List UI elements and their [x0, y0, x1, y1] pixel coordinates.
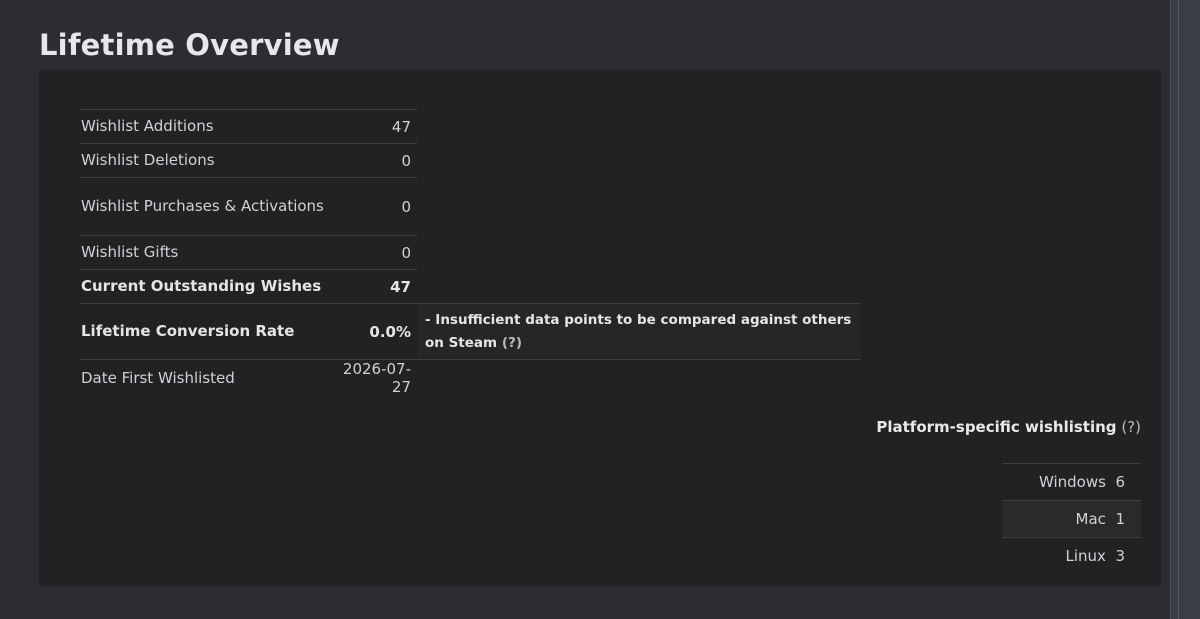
platform-name: Mac [1075, 510, 1106, 528]
empty-cell [417, 178, 861, 236]
table-row: Wishlist Gifts 0 [80, 235, 861, 270]
stat-value: 47 [333, 269, 417, 304]
conversion-note-text: - Insufficient data points to be compare… [425, 311, 852, 351]
platform-name: Linux [1065, 547, 1106, 565]
stat-label: Wishlist Additions [80, 109, 333, 144]
platform-cell: Windows 6 [1002, 463, 1141, 501]
conversion-note: - Insufficient data points to be compare… [417, 303, 861, 360]
help-icon[interactable]: (?) [1121, 418, 1141, 436]
stat-value: 2026-07-27 [333, 359, 417, 396]
stat-label: Wishlist Purchases & Activations [80, 177, 333, 236]
table-row: Wishlist Purchases & Activations 0 [80, 177, 861, 236]
platform-table: Windows 6 Mac 1 Linux 3 [1002, 463, 1141, 574]
stat-value: 0 [333, 143, 417, 178]
platform-count: 3 [1115, 547, 1125, 565]
platform-title-text: Platform-specific wishlisting [876, 418, 1117, 436]
page: Lifetime Overview Wishlist Additions 47 … [0, 0, 1200, 619]
empty-cell [417, 144, 861, 178]
empty-cell [417, 236, 861, 270]
page-title: Lifetime Overview [39, 28, 340, 62]
table-row: Lifetime Conversion Rate 0.0% - Insuffic… [80, 303, 861, 360]
platform-count: 6 [1115, 473, 1125, 491]
scrollbar-track [1178, 0, 1179, 619]
table-row: Wishlist Deletions 0 [80, 143, 861, 178]
stat-label: Wishlist Gifts [80, 235, 333, 270]
scrollbar[interactable] [1170, 0, 1200, 619]
empty-cell [417, 270, 861, 304]
platform-cell: Linux 3 [1002, 537, 1141, 574]
lifetime-overview-panel: Wishlist Additions 47 Wishlist Deletions… [39, 70, 1161, 586]
stat-value: 47 [333, 109, 417, 144]
stat-value: 0.0% [333, 303, 417, 360]
empty-cell [417, 359, 861, 396]
table-row: Mac 1 [1002, 500, 1141, 538]
platform-cell: Mac 1 [1002, 500, 1141, 538]
platform-count: 1 [1115, 510, 1125, 528]
stat-value: 0 [333, 235, 417, 270]
platform-section-title: Platform-specific wishlisting (?) [876, 418, 1141, 436]
stat-label: Lifetime Conversion Rate [80, 303, 333, 360]
table-row: Linux 3 [1002, 537, 1141, 574]
stat-label: Date First Wishlisted [80, 359, 333, 396]
table-row: Current Outstanding Wishes 47 [80, 269, 861, 304]
empty-cell [417, 110, 861, 144]
table-row: Wishlist Additions 47 [80, 109, 861, 144]
table-row: Date First Wishlisted 2026-07-27 [80, 359, 861, 396]
platform-name: Windows [1038, 473, 1106, 491]
help-icon[interactable]: (?) [502, 335, 522, 351]
stat-label: Current Outstanding Wishes [80, 269, 333, 304]
stat-label: Wishlist Deletions [80, 143, 333, 178]
table-row: Windows 6 [1002, 463, 1141, 501]
stats-table: Wishlist Additions 47 Wishlist Deletions… [80, 109, 861, 396]
stat-value: 0 [333, 177, 417, 236]
